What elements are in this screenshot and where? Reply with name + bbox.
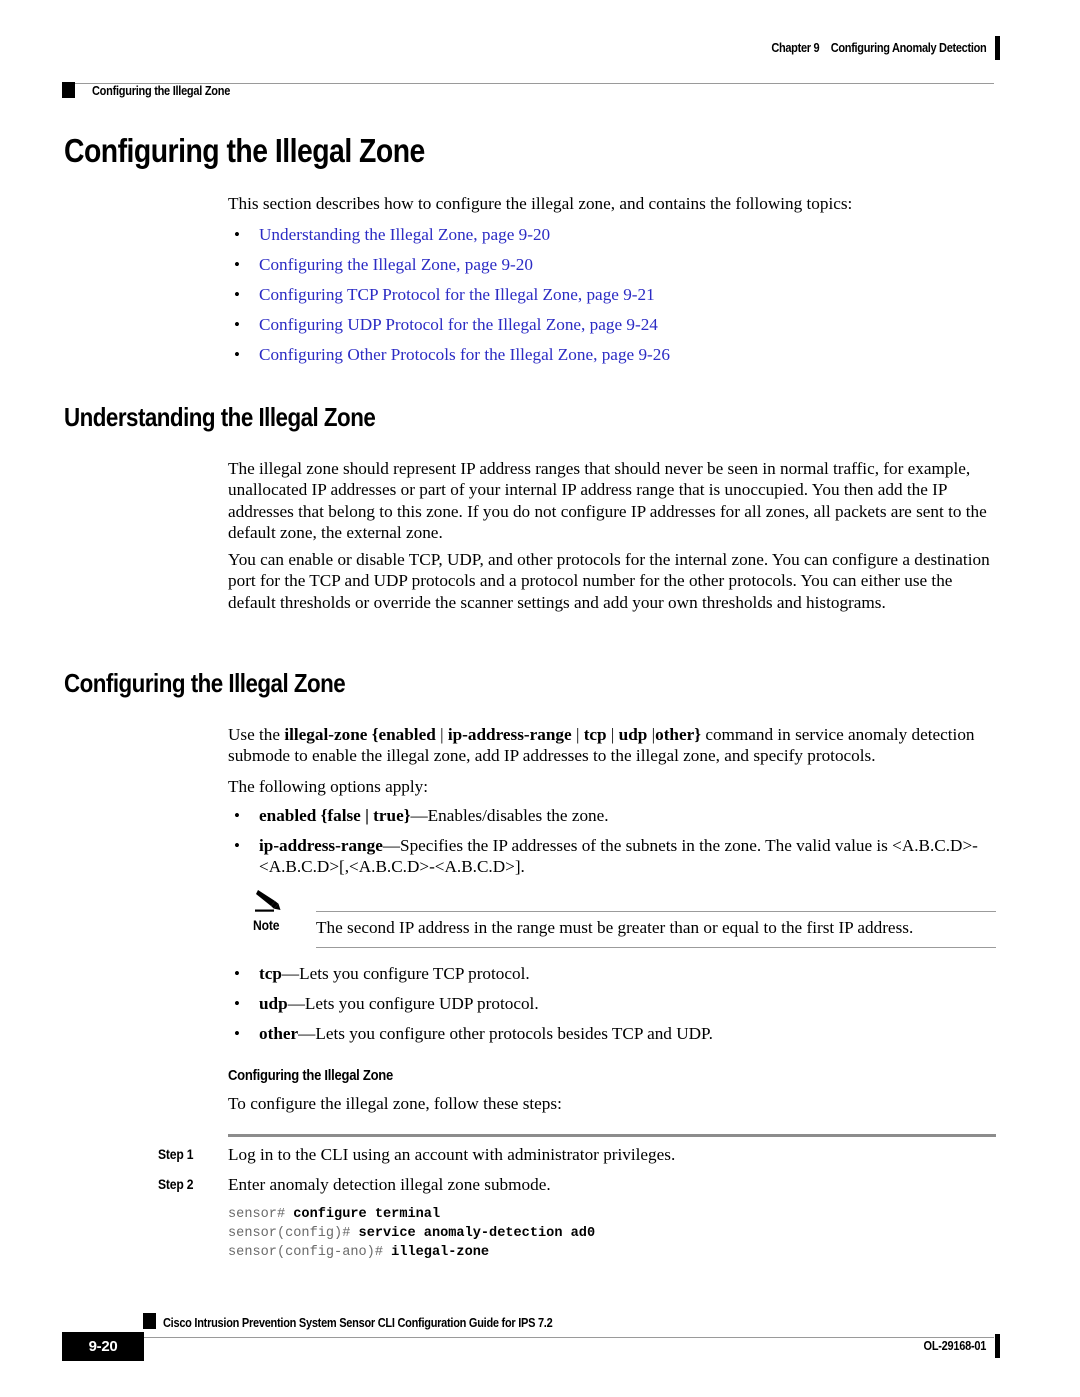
- option-term: other: [259, 1024, 299, 1043]
- header-chapter-number: Chapter 9: [770, 41, 819, 55]
- option-body: enabled {false | true}—Enables/disables …: [259, 805, 1003, 826]
- option-list-item: • tcp—Lets you configure TCP protocol.: [228, 963, 1003, 984]
- bullet-dot-icon: •: [234, 1024, 240, 1043]
- footer-doc-id: OL-29168-01: [923, 1339, 986, 1353]
- footer-thumb-tab: [995, 1334, 1000, 1358]
- topic-list-item[interactable]: • Configuring the Illegal Zone, page 9-2…: [228, 254, 1003, 275]
- command-usage-paragraph: Use the illegal-zone {enabled | ip-addre…: [228, 725, 975, 766]
- footer-bullet-square: [143, 1313, 156, 1329]
- footer-rule: [143, 1337, 994, 1338]
- topic-link[interactable]: Configuring the Illegal Zone, page 9-20: [259, 254, 1003, 275]
- understanding-paragraph-1: The illegal zone should represent IP add…: [228, 459, 987, 542]
- note-text: The second IP address in the range must …: [316, 918, 914, 937]
- option-body: tcp—Lets you configure TCP protocol.: [259, 963, 1003, 984]
- procedure-lead: To configure the illegal zone, follow th…: [228, 1094, 562, 1113]
- usage-option-iprange: ip-address-range: [447, 725, 572, 744]
- option-term: udp: [259, 994, 288, 1013]
- option-body: ip-address-range—Specifies the IP addres…: [259, 835, 1003, 878]
- topic-link[interactable]: Configuring UDP Protocol for the Illegal…: [259, 314, 1003, 335]
- code-prompt: sensor(config-ano)#: [228, 1245, 392, 1261]
- topic-link[interactable]: Configuring TCP Protocol for the Illegal…: [259, 284, 1003, 305]
- intro-paragraph: This section describes how to configure …: [228, 194, 853, 213]
- bullet-dot-icon: •: [234, 225, 240, 244]
- header-bullet-square: [62, 82, 75, 98]
- bullet-dot-icon: •: [234, 315, 240, 334]
- note-rule-top: [316, 911, 996, 912]
- step-label: Step 2: [158, 1177, 194, 1192]
- option-desc: —Lets you configure TCP protocol.: [281, 964, 530, 983]
- code-command: illegal-zone: [391, 1245, 490, 1261]
- option-desc: —Lets you configure other protocols besi…: [298, 1024, 713, 1043]
- option-term: ip-address-range: [259, 836, 383, 855]
- topic-list-item[interactable]: • Configuring Other Protocols for the Il…: [228, 344, 1003, 365]
- header-thumb-tab: [995, 36, 1000, 60]
- cli-code-block: sensor# configure terminal sensor(config)…: [228, 1205, 998, 1263]
- header-chapter: Chapter 9 Configuring Anomaly Detection: [771, 41, 986, 55]
- header-running-head: Configuring the Illegal Zone: [92, 84, 231, 98]
- code-prompt: sensor(config)#: [228, 1226, 359, 1242]
- usage-option-other: other: [655, 725, 695, 744]
- topic-link[interactable]: Configuring Other Protocols for the Ille…: [259, 344, 1003, 365]
- option-list-item: • other—Lets you configure other protoco…: [228, 1023, 1003, 1044]
- option-body: udp—Lets you configure UDP protocol.: [259, 993, 1003, 1014]
- note-label: Note: [253, 918, 280, 933]
- bullet-dot-icon: •: [234, 994, 240, 1013]
- topic-list-item[interactable]: • Configuring UDP Protocol for the Illeg…: [228, 314, 1003, 335]
- bullet-dot-icon: •: [234, 285, 240, 304]
- code-line: sensor(config)# service anomaly-detectio…: [228, 1224, 998, 1243]
- step-text: Log in to the CLI using an account with …: [228, 1145, 676, 1164]
- topic-list-item[interactable]: • Configuring TCP Protocol for the Illeg…: [228, 284, 1003, 305]
- bullet-dot-icon: •: [234, 345, 240, 364]
- understanding-paragraph-2: You can enable or disable TCP, UDP, and …: [228, 550, 990, 612]
- bullet-dot-icon: •: [234, 836, 240, 855]
- usage-lead: Use the: [228, 725, 285, 744]
- document-page: Chapter 9 Configuring Anomaly Detection C…: [0, 0, 1080, 1397]
- code-prompt: sensor#: [228, 1207, 294, 1222]
- code-line: sensor(config-ano)# illegal-zone: [228, 1243, 998, 1262]
- option-arg: {false | true}: [320, 806, 411, 825]
- code-command: configure terminal: [293, 1207, 441, 1222]
- option-term: tcp: [259, 964, 282, 983]
- option-term: enabled: [259, 806, 317, 825]
- bullet-dot-icon: •: [234, 964, 240, 983]
- footer-page-number: 9-20: [88, 1338, 118, 1355]
- usage-brace-close: }: [694, 725, 702, 744]
- step-label: Step 1: [158, 1147, 194, 1162]
- header-chapter-title: Configuring Anomaly Detection: [830, 41, 986, 55]
- option-list-item: • ip-address-range—Specifies the IP addr…: [228, 835, 1003, 878]
- bullet-dot-icon: •: [234, 806, 240, 825]
- usage-option-enabled: enabled: [378, 725, 436, 744]
- page-header: Chapter 9 Configuring Anomaly Detection C…: [0, 32, 1080, 98]
- option-list-item: • udp—Lets you configure UDP protocol.: [228, 993, 1003, 1014]
- option-desc: —Enables/disables the zone.: [410, 806, 609, 825]
- usage-option-tcp: tcp: [583, 725, 607, 744]
- option-desc: —Lets you configure UDP protocol.: [287, 994, 539, 1013]
- code-command: service anomaly-detection ad0: [358, 1226, 596, 1242]
- option-list-item: • enabled {false | true}—Enables/disable…: [228, 805, 1003, 826]
- footer-guide-title: Cisco Intrusion Prevention System Sensor…: [163, 1316, 553, 1330]
- page-title: Configuring the Illegal Zone: [64, 132, 425, 169]
- usage-option-udp: udp: [618, 725, 648, 744]
- procedure-heading: Configuring the Illegal Zone: [228, 1068, 393, 1084]
- topic-list-item[interactable]: • Understanding the Illegal Zone, page 9…: [228, 224, 1003, 245]
- bullet-dot-icon: •: [234, 255, 240, 274]
- code-line: sensor# configure terminal: [228, 1205, 998, 1224]
- option-body: other—Lets you configure other protocols…: [259, 1023, 1003, 1044]
- options-lead: The following options apply:: [228, 777, 429, 796]
- section-heading-configuring: Configuring the Illegal Zone: [64, 668, 346, 698]
- pencil-icon: [254, 884, 288, 918]
- note-rule-bottom: [316, 947, 996, 948]
- section-heading-understanding: Understanding the Illegal Zone: [64, 402, 376, 432]
- usage-command: illegal-zone: [284, 725, 368, 744]
- procedure-rule: [228, 1134, 996, 1137]
- step-text: Enter anomaly detection illegal zone sub…: [228, 1175, 551, 1194]
- topic-link[interactable]: Understanding the Illegal Zone, page 9-2…: [259, 224, 1003, 245]
